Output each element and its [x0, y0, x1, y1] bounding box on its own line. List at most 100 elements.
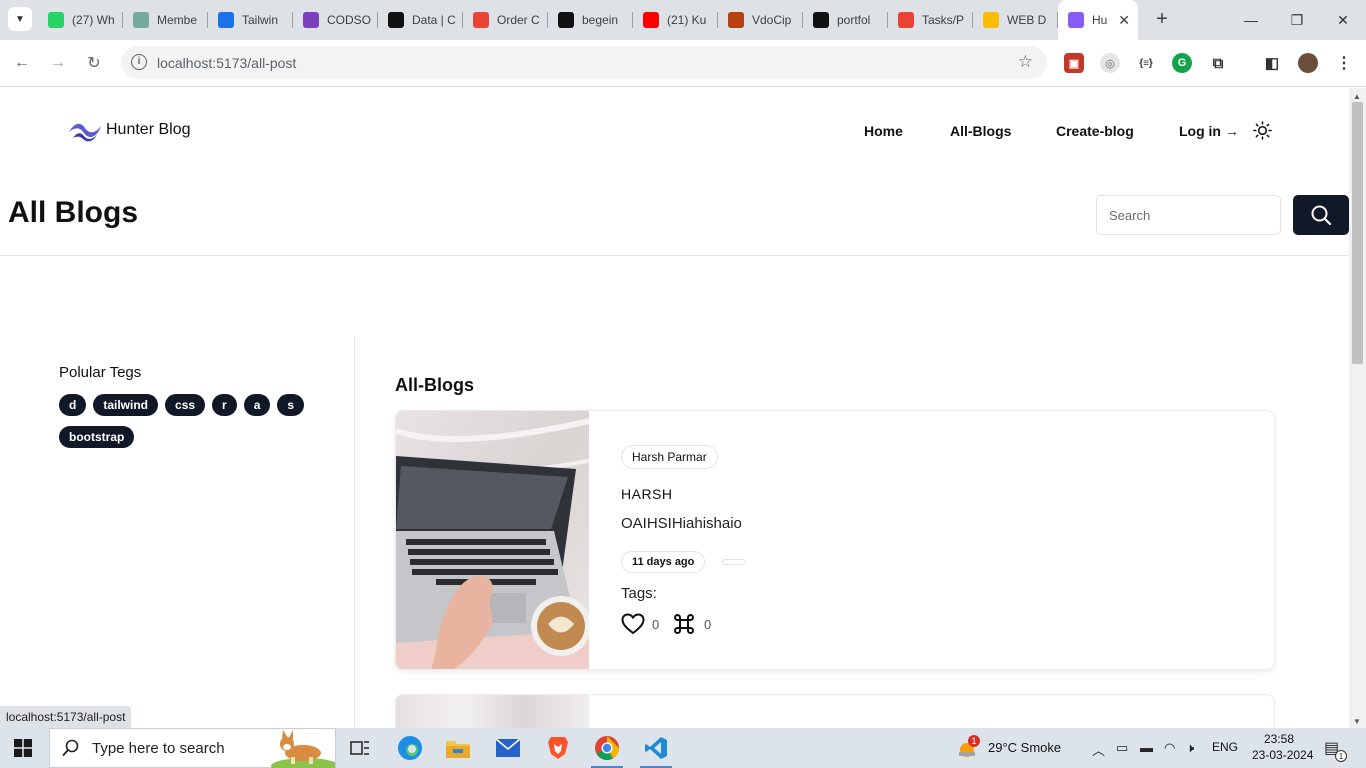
extension-2-icon[interactable]: ◎ [1100, 53, 1120, 73]
site-info-icon[interactable]: i [131, 54, 147, 70]
taskbar-mail[interactable] [486, 728, 530, 768]
browser-tab-active[interactable]: Hu ✕ [1058, 0, 1138, 40]
browser-tab[interactable]: (21) Ku [633, 0, 718, 40]
language-indicator[interactable]: ENG [1212, 740, 1238, 754]
volume-icon[interactable]: 🕨 [1186, 740, 1194, 756]
tag-chip[interactable]: css [165, 394, 206, 416]
browser-tab[interactable]: portfol [803, 0, 888, 40]
browser-tab[interactable]: begein [548, 0, 633, 40]
tag-chip[interactable]: r [212, 394, 237, 416]
blog-card-image[interactable] [396, 411, 589, 670]
wifi-icon[interactable]: ◠ [1164, 740, 1175, 756]
post-title[interactable]: HARSH [621, 486, 673, 502]
browser-tab[interactable]: CODSO [293, 0, 378, 40]
address-bar[interactable]: i localhost:5173/all-post ☆ [121, 46, 1047, 79]
author-chip[interactable]: Harsh Parmar [621, 445, 718, 469]
page-viewport: Hunter Blog Home All-Blogs Create-blog L… [0, 88, 1349, 728]
nav-all-blogs[interactable]: All-Blogs [950, 123, 1011, 139]
browser-tab[interactable]: (27) Wh [38, 0, 123, 40]
tab-search-button[interactable]: ▼ [8, 7, 32, 31]
tag-chip[interactable]: d [59, 394, 87, 416]
browser-tab-title: CODSO [327, 13, 372, 27]
arrow-left-icon: ← [14, 54, 30, 71]
reload-button[interactable]: ↻ [83, 52, 105, 74]
scroll-thumb[interactable] [1352, 102, 1363, 364]
bookmark-star-icon[interactable]: ☆ [1018, 52, 1033, 72]
url-text[interactable]: localhost:5173/all-post [157, 55, 296, 71]
popular-tags-list: d tailwind css r a s bootstrap [59, 394, 329, 448]
search-input[interactable] [1096, 195, 1281, 235]
scroll-down-icon[interactable]: ▼ [1353, 717, 1361, 726]
blog-card[interactable] [395, 694, 1275, 728]
browser-toolbar: ← → ↻ i localhost:5173/all-post ☆ [0, 40, 1366, 87]
page-scrollbar[interactable]: ▲ ▼ [1349, 88, 1366, 728]
nav-home[interactable]: Home [864, 123, 903, 139]
more-menu-icon[interactable]: ⋮ [1334, 53, 1354, 73]
close-icon: ✕ [1337, 11, 1349, 28]
profile-avatar[interactable] [1298, 53, 1318, 73]
browser-tab[interactable]: Tasks/P [888, 0, 973, 40]
taskbar-file-explorer[interactable] [436, 728, 480, 768]
minimize-button[interactable]: — [1228, 0, 1274, 40]
restore-button[interactable]: ❐ [1274, 0, 1320, 40]
nav-create-blog[interactable]: Create-blog [1056, 123, 1134, 139]
json-extension-icon[interactable]: {≡} [1136, 53, 1156, 73]
clock-date[interactable]: 23-03-2024 [1252, 748, 1313, 762]
browser-tab[interactable]: Data | C [378, 0, 463, 40]
tab-list: (27) Wh Membe Tailwin CODSO Data | C Order C b… [38, 0, 1138, 40]
heart-icon[interactable] [621, 613, 645, 635]
taskbar-vscode[interactable] [634, 728, 678, 768]
triangle-icon [558, 12, 574, 28]
grammarly-icon[interactable]: G [1172, 53, 1192, 73]
weather-text[interactable]: 29°C Smoke [988, 740, 1061, 755]
browser-tab[interactable]: Tailwin [208, 0, 293, 40]
login-link[interactable]: Log in → [1179, 123, 1239, 139]
meet-icon[interactable]: ▭ [1116, 740, 1128, 756]
browser-tab[interactable]: Membe [123, 0, 208, 40]
puzzle-icon[interactable]: ⧉ [1208, 53, 1228, 73]
browser-tab[interactable]: WEB D [973, 0, 1058, 40]
close-window-button[interactable]: ✕ [1320, 0, 1366, 40]
taskbar-chrome[interactable] [585, 728, 629, 768]
blog-card[interactable]: Harsh Parmar HARSH OAIHSIHiahishaio 11 d… [395, 410, 1275, 670]
extension-1-icon[interactable]: ▣ [1064, 53, 1084, 73]
tag-chip[interactable]: s [277, 394, 305, 416]
browser-tab-title: (27) Wh [72, 13, 115, 27]
back-button[interactable]: ← [11, 52, 33, 74]
browser-tab-strip: ▼ (27) Wh Membe Tailwin CODSO Data | C Order … [0, 0, 1366, 40]
forward-button[interactable]: → [47, 52, 69, 74]
taskbar-edge[interactable] [388, 728, 432, 768]
vite-icon [1068, 12, 1084, 28]
tag-chip[interactable]: tailwind [93, 394, 159, 416]
site-logo[interactable]: Hunter Blog [67, 118, 191, 142]
sun-icon[interactable] [1253, 121, 1272, 140]
browser-tab[interactable]: Order C [463, 0, 548, 40]
battery-icon[interactable]: ▬ [1140, 740, 1153, 755]
like-count: 0 [652, 617, 660, 632]
tag-chip[interactable]: bootstrap [59, 426, 135, 448]
vscode-icon [645, 737, 667, 759]
taskbar-search-box[interactable]: Type here to search [49, 728, 336, 768]
youtube-icon [643, 12, 659, 28]
scroll-up-icon[interactable]: ▲ [1353, 92, 1361, 101]
drive-icon [983, 12, 999, 28]
browser-tab-title: Tasks/P [922, 13, 965, 27]
tag-chip[interactable]: a [243, 394, 271, 416]
new-tab-button[interactable]: + [1152, 9, 1172, 30]
section-title: All-Blogs [395, 375, 474, 395]
post-tags-label: Tags: [621, 585, 657, 602]
taskbar-brave[interactable] [536, 728, 580, 768]
notification-count: 1 [1335, 750, 1347, 762]
command-icon[interactable] [673, 613, 695, 635]
clock-time[interactable]: 23:58 [1264, 732, 1294, 746]
search-button[interactable] [1293, 195, 1349, 235]
windows-start-icon[interactable] [14, 739, 32, 757]
browser-tab[interactable]: VdoCip [718, 0, 803, 40]
close-tab-icon[interactable]: ✕ [1118, 12, 1130, 29]
side-panel-icon[interactable]: ◧ [1262, 53, 1282, 73]
browser-tab-title: Order C [497, 13, 540, 27]
blog-card-image[interactable] [396, 695, 589, 728]
chevron-up-icon[interactable]: ︿ [1092, 740, 1105, 759]
folder-icon [446, 741, 470, 758]
task-view-button[interactable] [338, 728, 382, 768]
